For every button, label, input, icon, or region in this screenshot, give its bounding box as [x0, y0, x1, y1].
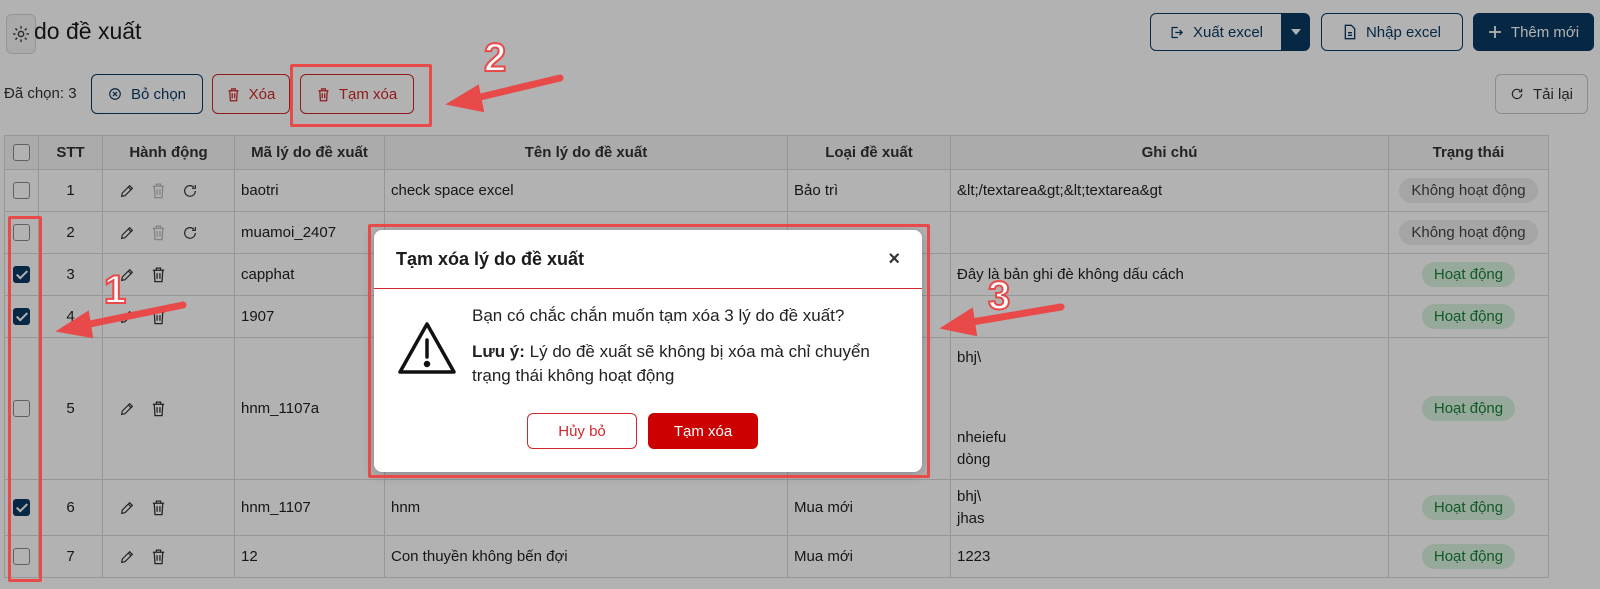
annotation-number-2: 2 — [483, 35, 507, 81]
arrow-2 — [445, 74, 564, 113]
annotation-arrows — [55, 74, 1065, 339]
annotation-number-1: 1 — [103, 267, 127, 313]
annotation-number-3: 3 — [987, 273, 1011, 319]
page: do đề xuất Xuất excel Nhập excel Thêm mớ… — [0, 0, 1600, 589]
